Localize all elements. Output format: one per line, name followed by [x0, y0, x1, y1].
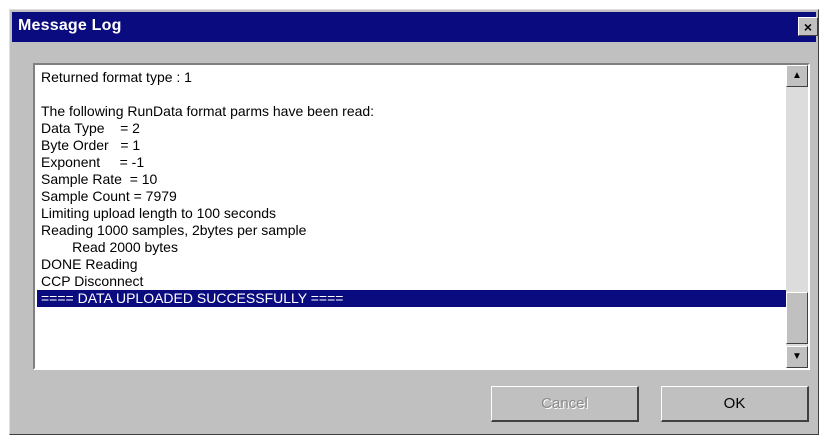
log-line[interactable]: Data Type = 2 [37, 120, 786, 137]
log-line[interactable]: Sample Count = 7979 [37, 188, 786, 205]
message-log-window: Message Log × Returned format type : 1 T… [9, 9, 819, 435]
log-line[interactable] [37, 86, 786, 103]
title-bar[interactable]: Message Log × [12, 12, 818, 42]
close-icon: × [803, 19, 813, 35]
scroll-up-button[interactable]: ▲ [786, 65, 808, 87]
cancel-button[interactable]: Cancel [491, 386, 639, 422]
log-line[interactable]: Reading 1000 samples, 2bytes per sample [37, 222, 786, 239]
log-line[interactable]: Sample Rate = 10 [37, 171, 786, 188]
log-line[interactable]: Returned format type : 1 [37, 69, 786, 86]
scrollbar-thumb[interactable] [786, 292, 808, 344]
message-log-list[interactable]: Returned format type : 1 The following R… [33, 63, 810, 370]
log-line[interactable]: Limiting upload length to 100 seconds [37, 205, 786, 222]
close-button[interactable]: × [798, 17, 818, 36]
log-lines: Returned format type : 1 The following R… [37, 69, 786, 307]
log-line[interactable]: DONE Reading [37, 256, 786, 273]
log-line[interactable]: The following RunData format parms have … [37, 103, 786, 120]
vertical-scrollbar[interactable]: ▲ ▼ [786, 65, 808, 368]
arrow-down-icon: ▼ [792, 351, 802, 362]
ok-button[interactable]: OK [661, 386, 809, 422]
log-line[interactable]: CCP Disconnect [37, 273, 786, 290]
scroll-down-button[interactable]: ▼ [786, 346, 808, 368]
log-line[interactable]: Read 2000 bytes [37, 239, 786, 256]
log-line-selected[interactable]: ==== DATA UPLOADED SUCCESSFULLY ==== [37, 290, 786, 307]
log-line[interactable]: Byte Order = 1 [37, 137, 786, 154]
window-title: Message Log [18, 17, 122, 34]
arrow-up-icon: ▲ [792, 70, 802, 81]
log-line[interactable]: Exponent = -1 [37, 154, 786, 171]
